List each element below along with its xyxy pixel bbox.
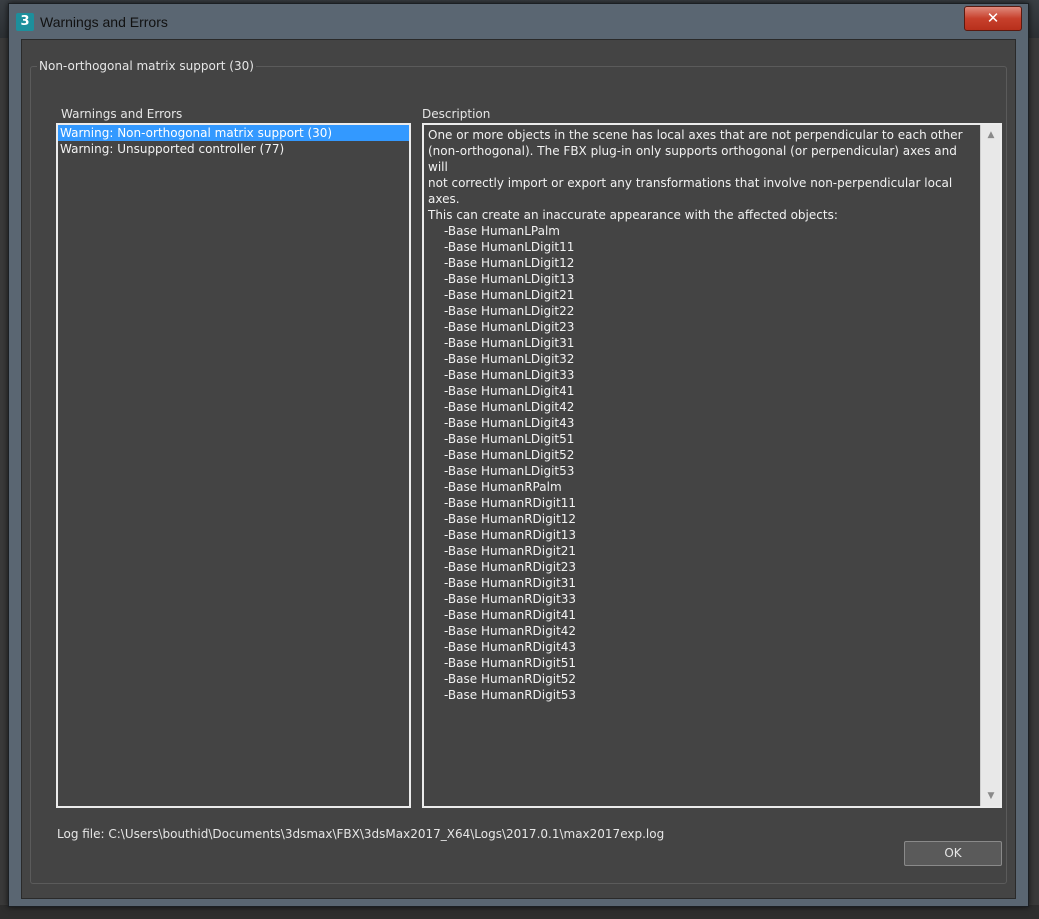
affected-object-item: -Base HumanLDigit53 [444,464,575,478]
list-label: Warnings and Errors [61,107,183,121]
scroll-up-arrow-icon[interactable]: ▲ [981,127,1001,143]
background-right-panel [1029,38,1039,919]
affected-object-item: -Base HumanLDigit52 [444,448,575,462]
warnings-list[interactable]: Warning: Non-orthogonal matrix support (… [56,123,411,808]
3dsmax-app-icon: 3 [16,13,34,31]
description-line: not correctly import or export any trans… [428,176,953,206]
affected-object-item: -Base HumanLDigit41 [444,384,575,398]
affected-object-item: -Base HumanLDigit23 [444,320,575,334]
affected-object-item: -Base HumanLDigit33 [444,368,575,382]
affected-object-item: -Base HumanRDigit21 [444,544,577,558]
affected-object-item: -Base HumanLPalm [444,224,560,238]
affected-object-item: -Base HumanLDigit22 [444,304,575,318]
title-bar[interactable]: 3 Warnings and Errors ✕ [9,4,1028,40]
affected-object-item: -Base HumanRDigit42 [444,624,577,638]
description-textbox[interactable]: One or more objects in the scene has loc… [422,123,1002,808]
warnings-dialog: 3 Warnings and Errors ✕ Non-orthogonal m… [8,3,1029,907]
affected-object-item: -Base HumanRDigit53 [444,688,577,702]
affected-object-item: -Base HumanRDigit13 [444,528,577,542]
close-button[interactable]: ✕ [964,6,1022,31]
description-text: One or more objects in the scene has loc… [428,127,976,703]
affected-object-item: -Base HumanRDigit31 [444,576,577,590]
list-item[interactable]: Warning: Non-orthogonal matrix support (… [58,125,409,141]
log-file-path: Log file: C:\Users\bouthid\Documents\3ds… [57,827,665,841]
affected-object-item: -Base HumanRDigit33 [444,592,577,606]
affected-object-item: -Base HumanRDigit12 [444,512,577,526]
affected-object-item: -Base HumanRDigit23 [444,560,577,574]
group-title: Non-orthogonal matrix support (30) [37,59,256,73]
affected-object-item: -Base HumanLDigit51 [444,432,575,446]
dialog-client-area: Non-orthogonal matrix support (30) Warni… [21,39,1016,899]
affected-object-item: -Base HumanRDigit11 [444,496,577,510]
affected-object-item: -Base HumanLDigit21 [444,288,575,302]
ok-button[interactable]: OK [904,841,1002,866]
affected-object-item: -Base HumanLDigit31 [444,336,575,350]
description-line: (non-orthogonal). The FBX plug-in only s… [428,144,957,174]
affected-object-item: -Base HumanLDigit43 [444,416,575,430]
description-line: One or more objects in the scene has loc… [428,128,963,142]
affected-object-item: -Base HumanRDigit51 [444,656,577,670]
affected-object-item: -Base HumanRDigit43 [444,640,577,654]
affected-object-item: -Base HumanRDigit52 [444,672,577,686]
affected-object-item: -Base HumanLDigit13 [444,272,575,286]
background-status-bar [0,905,1039,919]
affected-object-item: -Base HumanRDigit41 [444,608,577,622]
affected-object-item: -Base HumanLDigit32 [444,352,575,366]
window-title: Warnings and Errors [40,14,168,30]
description-label: Description [422,107,491,121]
close-icon: ✕ [986,9,1000,27]
description-scrollbar[interactable]: ▲ ▼ [980,125,1000,806]
list-item[interactable]: Warning: Unsupported controller (77) [58,141,409,157]
affected-object-item: -Base HumanLDigit12 [444,256,575,270]
description-line: This can create an inaccurate appearance… [428,208,838,222]
affected-object-item: -Base HumanLDigit11 [444,240,575,254]
affected-object-item: -Base HumanLDigit42 [444,400,575,414]
scroll-down-arrow-icon[interactable]: ▼ [981,788,1001,804]
affected-object-item: -Base HumanRPalm [444,480,562,494]
